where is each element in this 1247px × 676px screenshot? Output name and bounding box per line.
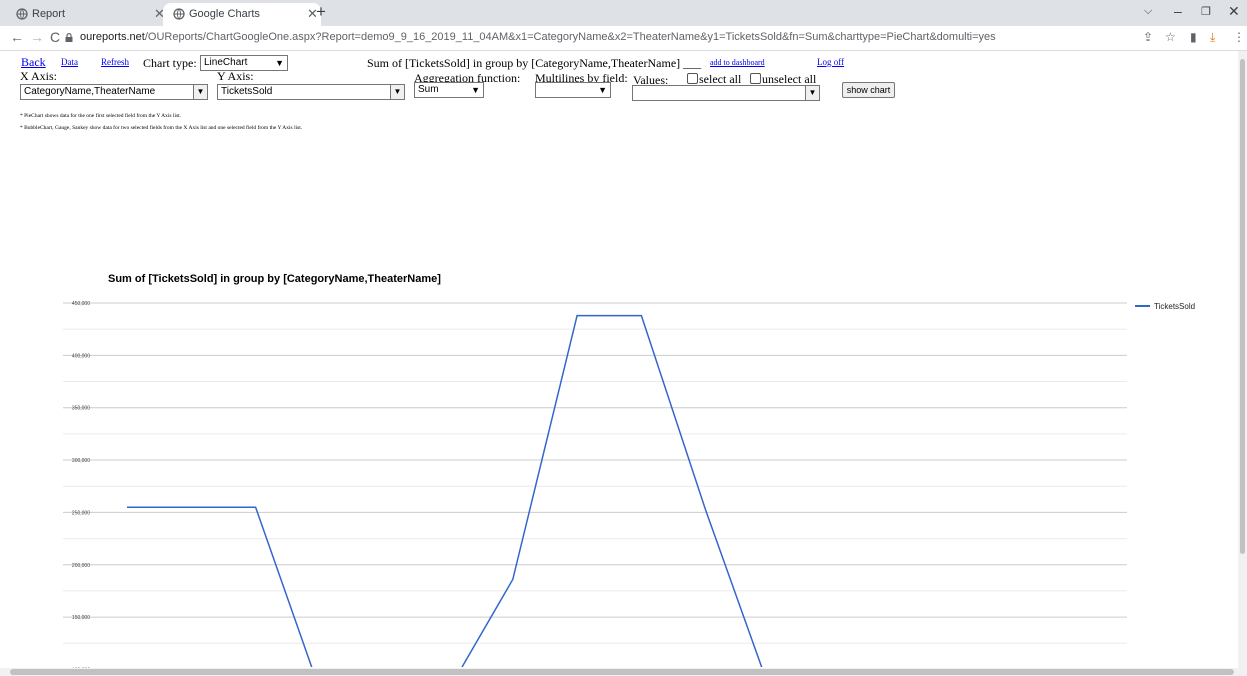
y-tick-label: 400,000 xyxy=(72,353,90,359)
y-tick-label: 350,000 xyxy=(72,406,90,412)
horizontal-scroll-thumb[interactable] xyxy=(10,669,1234,675)
y-tick-label: 200,000 xyxy=(72,563,90,569)
series-line-ticketssold xyxy=(127,314,763,667)
vertical-scroll-thumb[interactable] xyxy=(1240,59,1245,554)
y-tick-label: 150,000 xyxy=(72,615,90,621)
y-tick-label: 300,000 xyxy=(72,458,90,464)
line-chart: 450,000 400,000 350,000 300,000 250,000 200,0… xyxy=(63,301,1195,668)
y-tick-label: 450,000 xyxy=(72,301,90,307)
y-tick-label: 250,000 xyxy=(72,510,90,516)
legend-label: TicketsSold xyxy=(1154,302,1195,311)
